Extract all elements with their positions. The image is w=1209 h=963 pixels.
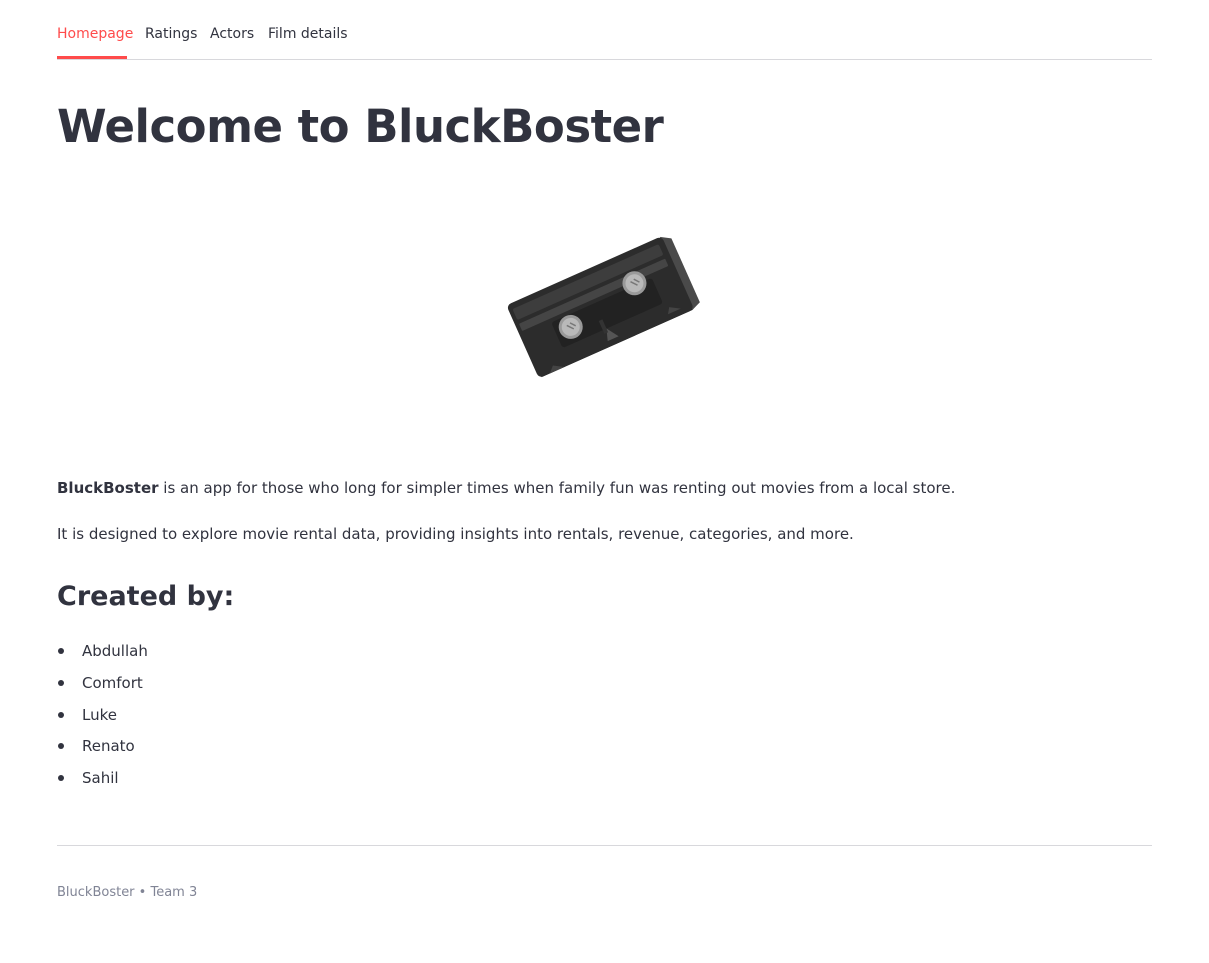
author-name: Comfort — [82, 673, 143, 692]
tab-homepage[interactable]: Homepage — [57, 24, 133, 44]
description-paragraph: It is designed to explore movie rental d… — [57, 525, 854, 543]
list-item: Sahil — [57, 765, 148, 797]
list-item: Abdullah — [57, 638, 148, 670]
author-name: Renato — [82, 737, 135, 756]
footer-caption: BluckBoster • Team 3 — [57, 885, 198, 900]
active-tab-indicator — [57, 56, 127, 59]
credits-heading: Created by: — [57, 581, 235, 612]
bullet-icon — [58, 711, 64, 718]
list-item: Luke — [57, 702, 148, 734]
bullet-icon — [58, 679, 64, 686]
brand-name: BluckBoster — [57, 479, 159, 497]
list-item: Comfort — [57, 670, 148, 702]
tab-bar: Homepage Ratings Actors Film details — [57, 0, 1152, 60]
list-item: Renato — [57, 733, 148, 765]
footer-divider — [57, 845, 1152, 846]
tab-ratings[interactable]: Ratings — [145, 24, 197, 44]
tab-actors[interactable]: Actors — [210, 24, 254, 44]
intro-paragraph: BluckBoster is an app for those who long… — [57, 477, 955, 499]
bullet-icon — [58, 648, 64, 654]
vhs-cassette-icon — [501, 232, 706, 382]
author-name: Abdullah — [82, 642, 148, 660]
author-list: Abdullah Comfort Luke Renato Sahil — [57, 638, 148, 797]
author-name: Luke — [82, 705, 117, 724]
bullet-icon — [58, 775, 64, 781]
page-title: Welcome to BluckBoster — [57, 100, 664, 153]
author-name: Sahil — [82, 769, 119, 787]
intro-text: is an app for those who long for simpler… — [158, 479, 956, 497]
tab-film-details[interactable]: Film details — [268, 24, 348, 44]
bullet-icon — [58, 743, 64, 750]
